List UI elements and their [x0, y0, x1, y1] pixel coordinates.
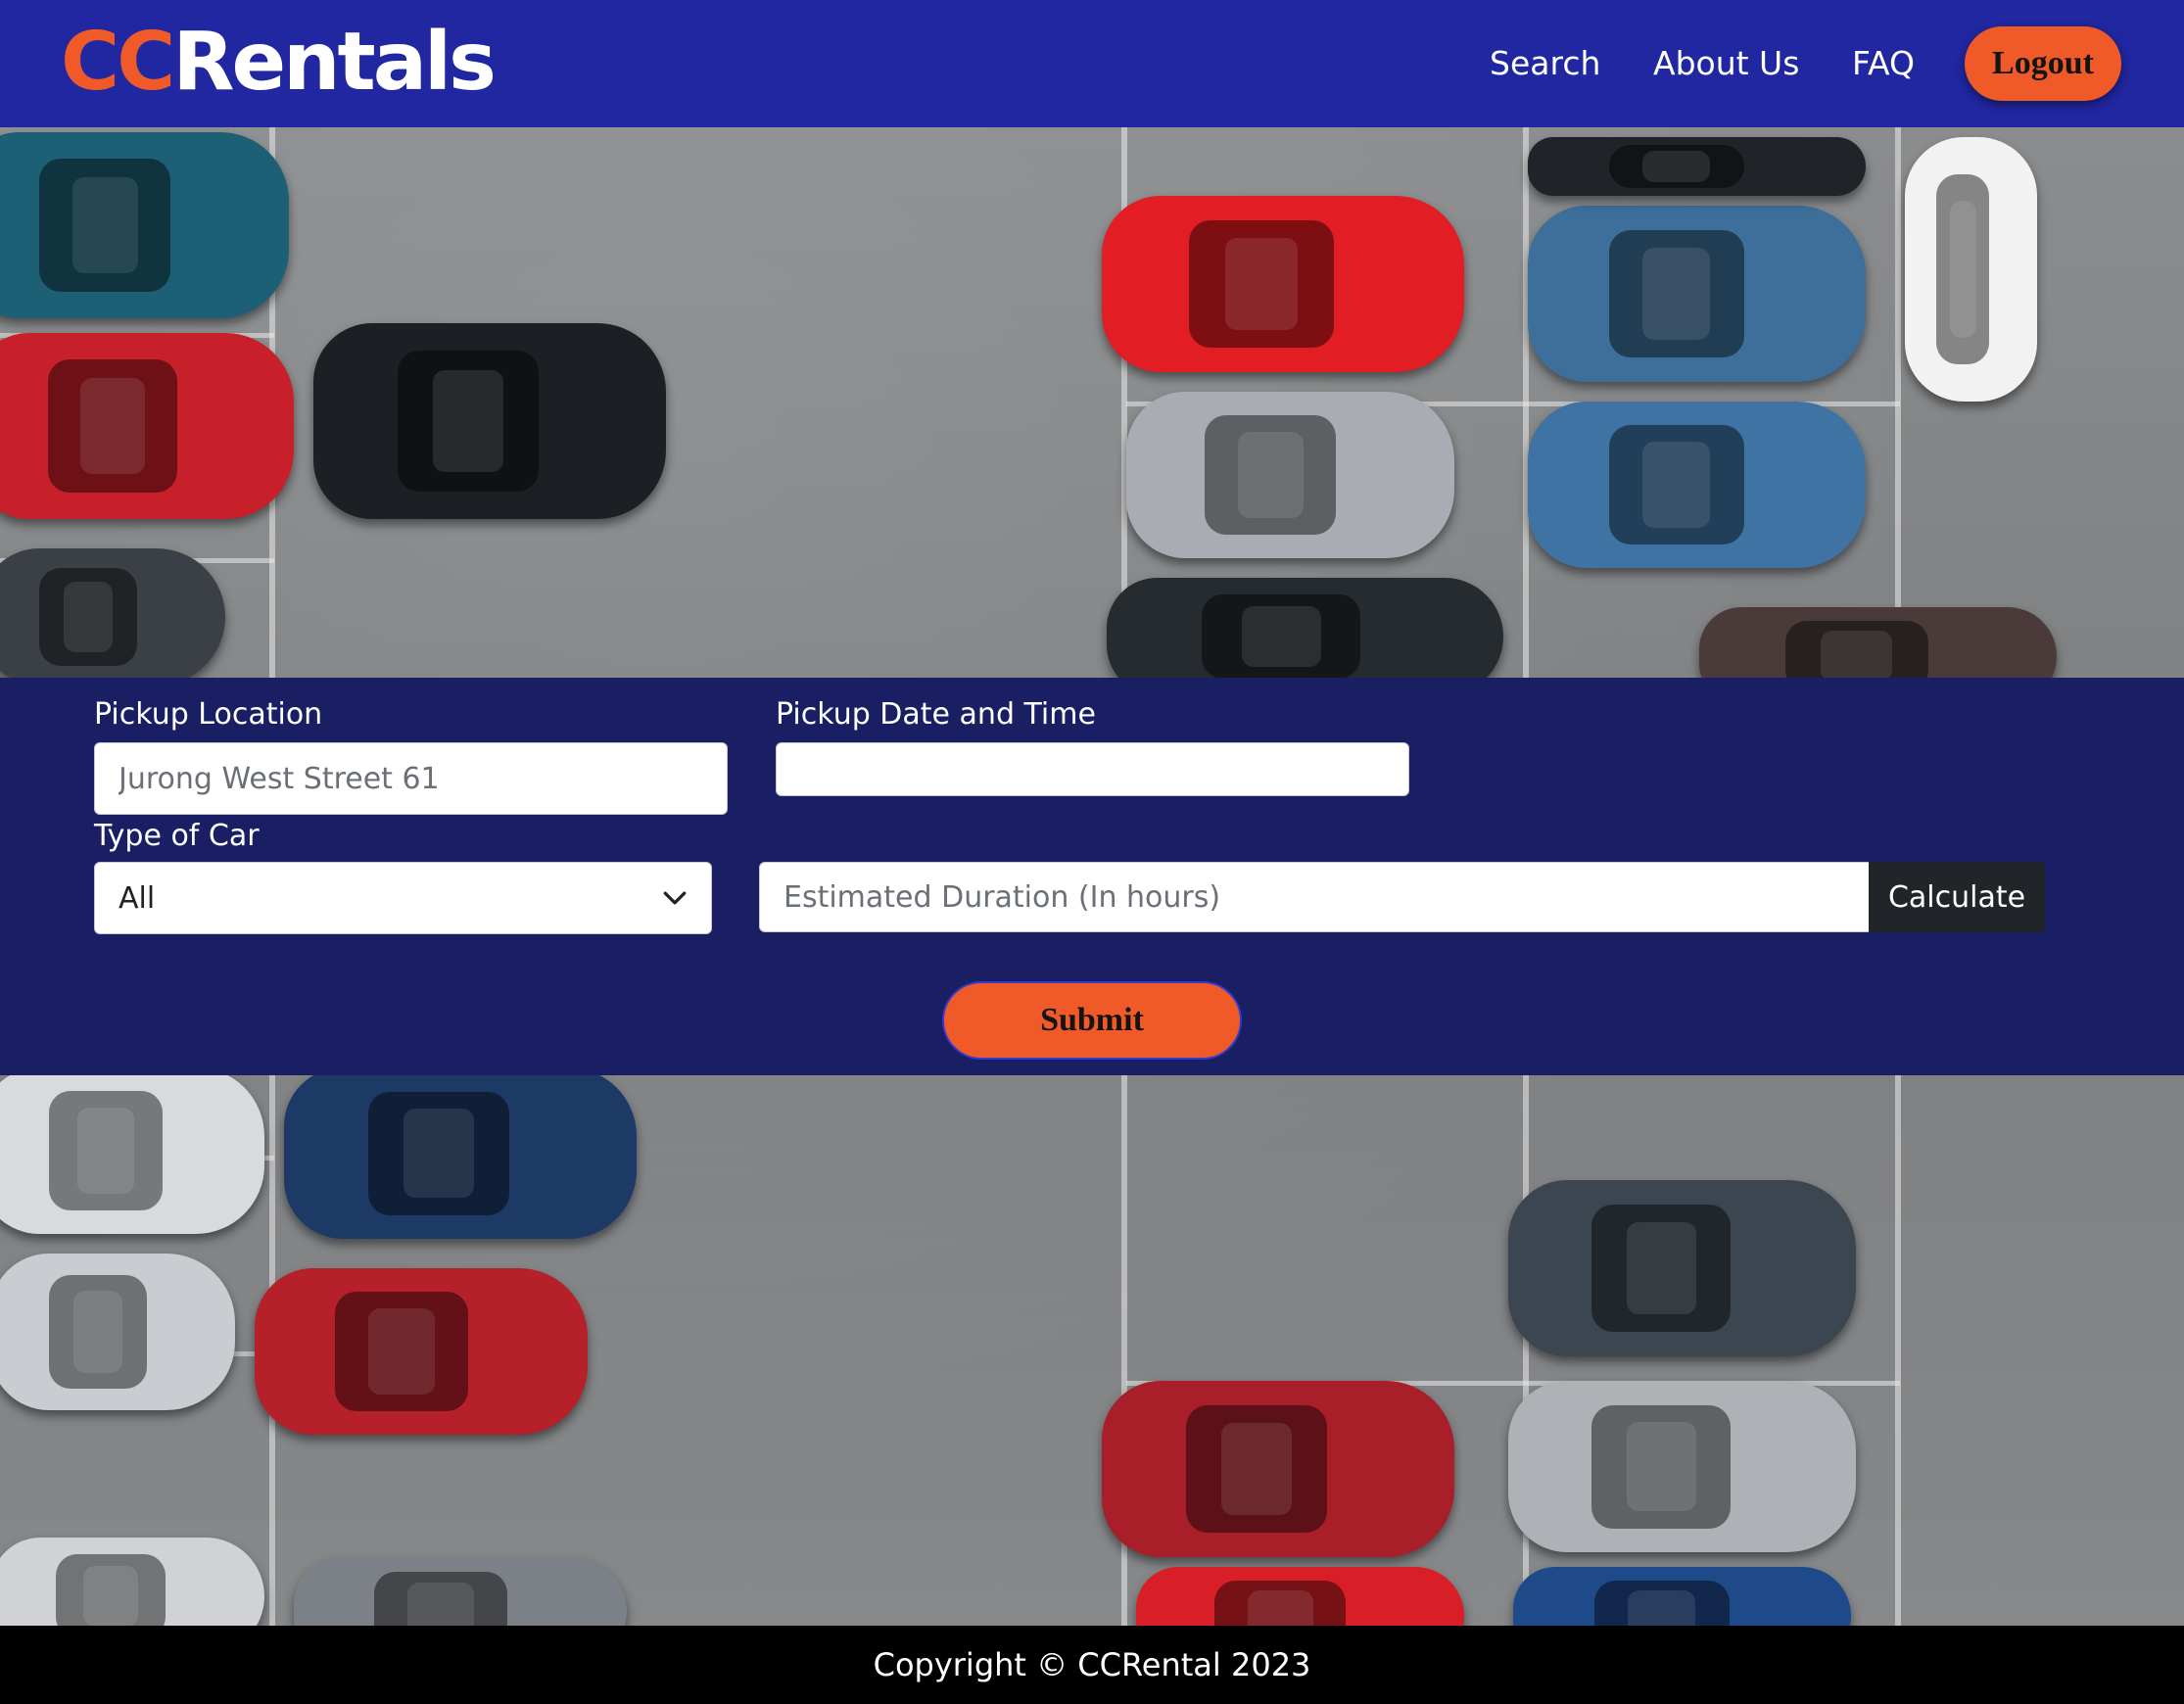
car-type-select[interactable]: All	[94, 862, 712, 934]
logout-button[interactable]: Logout	[1965, 26, 2121, 101]
search-panel: Pickup Location Pickup Date and Time Typ…	[0, 678, 2184, 1075]
brand-logo-rentals: Rentals	[172, 16, 497, 109]
footer-copyright: Copyright © CCRental 2023	[873, 1646, 1311, 1683]
nav-link-search[interactable]: Search	[1490, 0, 1600, 127]
pickup-location-label: Pickup Location	[94, 697, 323, 732]
nav-link-about-us[interactable]: About Us	[1653, 0, 1799, 127]
brand-logo[interactable]: CCRentals	[61, 14, 497, 112]
nav-link-faq[interactable]: FAQ	[1852, 0, 1915, 127]
calculate-button[interactable]: Calculate	[1869, 862, 2045, 932]
chevron-down-icon	[663, 891, 687, 905]
submit-button[interactable]: Submit	[942, 981, 1242, 1060]
pickup-datetime-input[interactable]	[776, 742, 1409, 796]
pickup-datetime-label: Pickup Date and Time	[776, 697, 1096, 732]
car-type-selected-value: All	[119, 880, 156, 916]
pickup-location-input[interactable]	[94, 742, 728, 815]
footer: Copyright © CCRental 2023	[0, 1626, 2184, 1704]
navbar: CCRentals Search About Us FAQ Logout	[0, 0, 2184, 127]
car-type-label: Type of Car	[94, 819, 260, 853]
estimated-duration-input[interactable]	[759, 862, 1870, 932]
brand-logo-cc: CC	[61, 16, 175, 109]
